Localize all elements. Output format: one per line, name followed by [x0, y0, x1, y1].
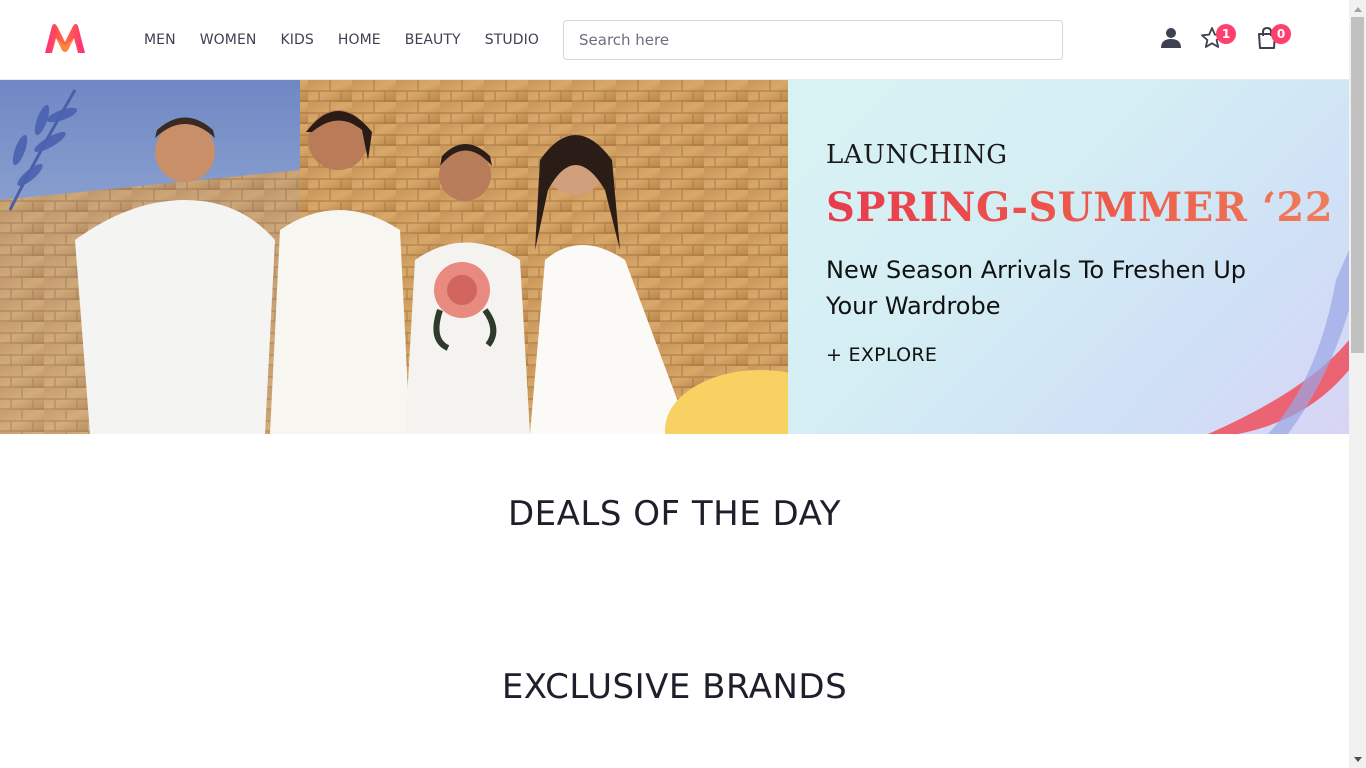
- nav-men[interactable]: MEN: [132, 32, 188, 48]
- page-scrollbar[interactable]: [1349, 0, 1366, 768]
- wishlist-count-badge: 1: [1216, 24, 1236, 44]
- scroll-down-arrow-icon[interactable]: [1349, 751, 1366, 768]
- nav-kids[interactable]: KIDS: [268, 32, 325, 48]
- bag-count-badge: 0: [1271, 24, 1291, 44]
- top-header: MEN WOMEN KIDS HOME BEAUTY STUDIO 1 0: [0, 0, 1349, 80]
- scroll-up-arrow-icon[interactable]: [1349, 0, 1366, 17]
- scrollbar-thumb[interactable]: [1351, 17, 1364, 353]
- nav-women[interactable]: WOMEN: [188, 32, 269, 48]
- nav-beauty[interactable]: BEAUTY: [393, 32, 473, 48]
- user-icon: [1159, 28, 1183, 54]
- exclusive-brands-heading: EXCLUSIVE BRANDS: [501, 667, 848, 707]
- myntra-logo[interactable]: [42, 22, 88, 56]
- search-box: [563, 20, 1063, 60]
- main-nav: MEN WOMEN KIDS HOME BEAUTY STUDIO: [132, 0, 551, 80]
- wishlist-button[interactable]: 1: [1200, 24, 1236, 52]
- hero-photo: [0, 80, 788, 434]
- nav-home[interactable]: HOME: [326, 32, 393, 48]
- bag-button[interactable]: 0: [1255, 24, 1291, 52]
- promo-season-title: SPRING-SUMMER ‘22: [826, 184, 1334, 231]
- nav-studio[interactable]: STUDIO: [473, 32, 551, 48]
- hero-promo-panel: LAUNCHING SPRING-SUMMER ‘22 New Season A…: [788, 80, 1349, 434]
- promo-subtitle: New Season Arrivals To Freshen Up Your W…: [826, 256, 1246, 320]
- explore-link[interactable]: + EXPLORE: [826, 344, 937, 366]
- hero-banner[interactable]: LAUNCHING SPRING-SUMMER ‘22 New Season A…: [0, 80, 1349, 434]
- profile-button[interactable]: [1159, 26, 1185, 52]
- search-input[interactable]: [564, 21, 1062, 59]
- promo-launching-text: LAUNCHING: [826, 140, 1008, 170]
- deals-of-the-day-heading: DEALS OF THE DAY: [508, 494, 841, 534]
